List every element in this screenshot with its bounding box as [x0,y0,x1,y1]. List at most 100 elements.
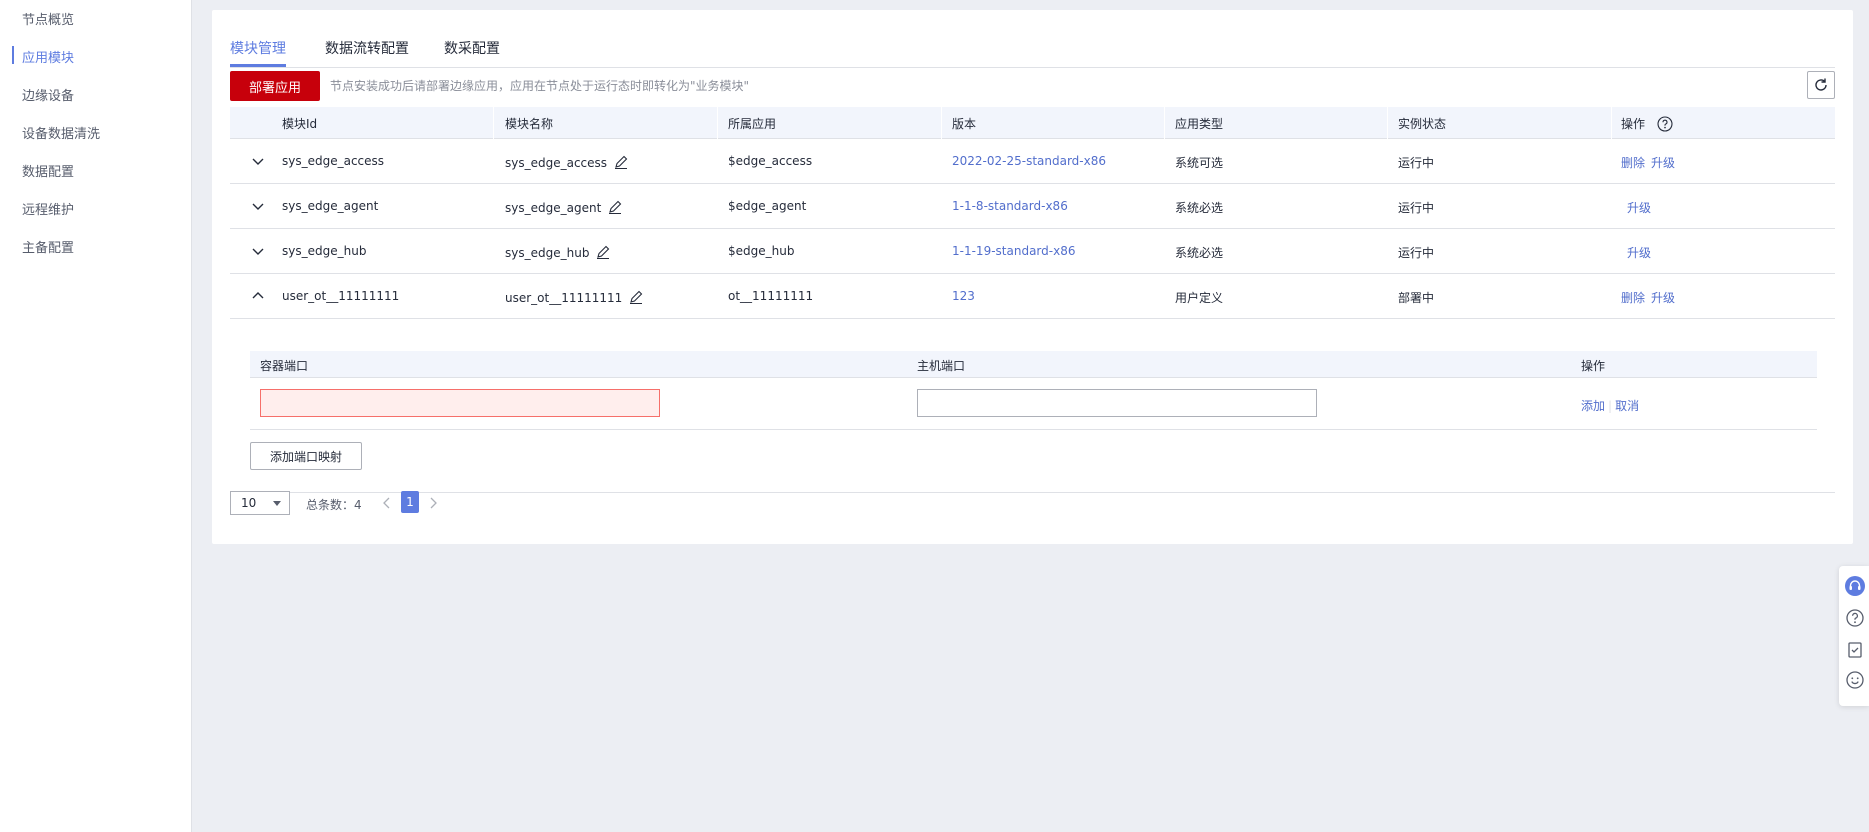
sidebar-item-data-config[interactable]: 数据配置 [22,161,74,180]
link-separator: | [1608,399,1613,413]
delete-link[interactable]: 删除 [1621,291,1645,305]
help-icon[interactable] [1845,608,1865,628]
refresh-button[interactable] [1807,71,1835,99]
port-mapping-header: 容器端口 主机端口 操作 [250,351,1817,378]
col-instance-status: 实例状态 [1398,117,1447,131]
sidebar-item-node-overview[interactable]: 节点概览 [22,9,74,28]
port-mapping-row: 添加 | 取消 [250,378,1817,430]
refresh-icon [1815,78,1827,91]
chevron-down-icon[interactable] [250,153,266,169]
instance-status: 部署中 [1398,291,1435,305]
chevron-down-icon[interactable] [250,243,266,259]
sidebar-active-indicator [12,46,14,64]
version-link[interactable]: 2022-02-25-standard-x86 [952,154,1106,168]
app-name: $edge_agent [728,199,807,213]
container-port-input[interactable] [260,389,660,417]
sidebar-item-edge-devices[interactable]: 边缘设备 [22,85,74,104]
module-id: sys_edge_hub [282,244,367,258]
page-number-current[interactable]: 1 [401,491,419,513]
chevron-up-icon[interactable] [250,288,266,304]
col-port-operations: 操作 [1581,359,1606,373]
chevron-right-icon[interactable] [426,495,440,511]
module-id: sys_edge_agent [282,199,379,213]
deploy-hint: 节点安装成功后请部署边缘应用，应用在节点处于运行态时即转化为"业务模块" [330,79,750,93]
app-type: 系统可选 [1175,156,1224,170]
instance-status: 运行中 [1398,246,1435,260]
app-type: 系统必选 [1175,201,1224,215]
col-container-port: 容器端口 [260,359,309,373]
upgrade-link[interactable]: 升级 [1651,291,1675,305]
col-operations-label: 操作 [1621,117,1646,131]
port-row-operations: 添加 | 取消 [1581,397,1639,414]
module-name: sys_edge_agent [505,201,602,215]
module-name: user_ot__11111111 [505,291,623,305]
module-name-cell: sys_edge_access [505,154,629,170]
caret-down-icon [273,501,281,506]
edit-icon[interactable] [613,154,629,170]
delete-link[interactable]: 删除 [1621,156,1645,170]
add-port-link[interactable]: 添加 [1581,399,1605,413]
deploy-app-button[interactable]: 部署应用 [230,71,320,101]
tab-module-management[interactable]: 模块管理 [230,38,286,58]
floating-help-bar [1839,566,1869,706]
page-size-select[interactable]: 10 [230,491,290,515]
column-divider [1611,107,1612,139]
column-divider [717,107,718,139]
upgrade-link[interactable]: 升级 [1651,156,1675,170]
col-app: 所属应用 [728,117,777,131]
module-name: sys_edge_hub [505,246,590,260]
module-name-cell: sys_edge_hub [505,244,611,260]
sidebar-item-primary-backup[interactable]: 主备配置 [22,237,74,256]
module-name: sys_edge_access [505,156,608,170]
help-icon[interactable] [1657,116,1673,132]
sidebar-item-data-cleaning[interactable]: 设备数据清洗 [22,123,100,142]
app-name: ot__11111111 [728,289,814,303]
column-divider [1387,107,1388,139]
col-host-port: 主机端口 [917,359,966,373]
smile-icon[interactable] [1845,670,1865,690]
sidebar-item-remote-maintenance[interactable]: 远程维护 [22,199,74,218]
table-row: sys_edge_hub sys_edge_hub $edge_hub 1-1-… [230,229,1835,274]
version-link[interactable]: 1-1-19-standard-x86 [952,244,1075,258]
instance-status: 运行中 [1398,201,1435,215]
edit-icon[interactable] [628,289,644,305]
add-port-mapping-button[interactable]: 添加端口映射 [250,442,362,470]
host-port-input[interactable] [917,389,1317,417]
chevron-left-icon[interactable] [380,495,394,511]
module-id: user_ot__11111111 [282,289,400,303]
row-operations: 升级 [1627,199,1657,216]
col-app-type: 应用类型 [1175,117,1224,131]
column-divider [1164,107,1165,139]
col-operations: 操作 [1621,115,1673,132]
module-name-cell: user_ot__11111111 [505,289,644,305]
upgrade-link[interactable]: 升级 [1627,246,1651,260]
version-link[interactable]: 1-1-8-standard-x86 [952,199,1068,213]
app-type: 系统必选 [1175,246,1224,260]
upgrade-link[interactable]: 升级 [1627,201,1651,215]
tab-data-flow-config[interactable]: 数据流转配置 [325,38,409,58]
customer-service-icon[interactable] [1845,576,1865,596]
sidebar-item-app-modules[interactable]: 应用模块 [22,47,74,66]
chevron-down-icon[interactable] [250,198,266,214]
sidebar: 节点概览 应用模块 边缘设备 设备数据清洗 数据配置 远程维护 主备配置 [0,0,192,832]
row-operations: 删除 升级 [1621,154,1681,171]
cancel-port-link[interactable]: 取消 [1615,399,1639,413]
tab-data-collection-config[interactable]: 数采配置 [444,38,500,58]
table-row: sys_edge_access sys_edge_access $edge_ac… [230,139,1835,184]
table-row: sys_edge_agent sys_edge_agent $edge_agen… [230,184,1835,229]
feedback-icon[interactable] [1845,640,1865,660]
edit-icon[interactable] [595,244,611,260]
app-type: 用户定义 [1175,291,1224,305]
main-panel: 模块管理 数据流转配置 数采配置 部署应用 节点安装成功后请部署边缘应用，应用在… [212,10,1853,544]
column-divider [493,107,494,139]
row-operations: 删除 升级 [1621,289,1681,306]
version-link[interactable]: 123 [952,289,975,303]
tab-active-underline [230,64,286,67]
edit-icon[interactable] [607,199,623,215]
table-header: 模块Id 模块名称 所属应用 版本 应用类型 实例状态 操作 [230,107,1835,139]
module-id: sys_edge_access [282,154,385,168]
port-mapping-panel: 容器端口 主机端口 操作 添加 | 取消 添加端口映射 [230,348,1835,493]
app-name: $edge_hub [728,244,795,258]
row-operations: 升级 [1627,244,1657,261]
col-module-id: 模块Id [282,117,318,131]
